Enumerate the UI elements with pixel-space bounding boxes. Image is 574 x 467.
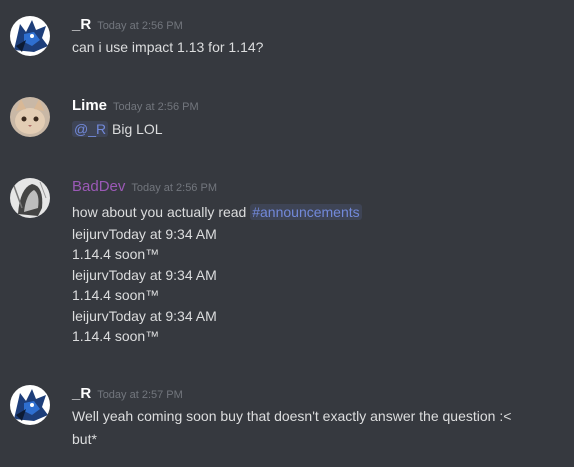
message-text: can i use impact 1.13 for 1.14? (72, 39, 264, 55)
timestamp: Today at 2:56 PM (97, 20, 183, 32)
message-text: how about you actually read #announcemen… (72, 203, 362, 221)
message-header: Lime Today at 2:56 PM (72, 97, 199, 115)
timestamp: Today at 2:56 PM (131, 182, 217, 194)
quoted-body: 1.14.4 soon™ (72, 328, 160, 344)
quoted-header: leijurvToday at 9:34 AM (72, 308, 217, 324)
user-avatar[interactable] (10, 97, 50, 137)
message-text: Well yeah coming soon buy that doesn't e… (72, 408, 512, 424)
user-mention[interactable]: @_R (72, 121, 109, 137)
quoted-body: 1.14.4 soon™ (72, 246, 160, 262)
message-text: @_R Big LOL (72, 120, 163, 138)
username[interactable]: _R (72, 16, 91, 33)
message-text-after-mention: Big LOL (112, 121, 163, 137)
quoted-header: leijurvToday at 9:34 AM (72, 267, 217, 283)
timestamp: Today at 2:57 PM (97, 389, 183, 401)
message-text: but* (72, 431, 97, 447)
message-header: BadDev Today at 2:56 PM (72, 178, 217, 196)
user-avatar[interactable] (10, 16, 50, 56)
wolf-avatar-icon (10, 385, 50, 425)
username[interactable]: BadDev (72, 178, 125, 195)
message-header: _R Today at 2:57 PM (72, 385, 183, 403)
quoted-header: leijurvToday at 9:34 AM (72, 226, 217, 242)
sketch-avatar-icon (10, 178, 50, 218)
user-avatar[interactable] (10, 178, 50, 218)
message-header: _R Today at 2:56 PM (72, 16, 183, 34)
message-text-before-channel: how about you actually read (72, 204, 247, 220)
username[interactable]: Lime (72, 97, 107, 114)
username[interactable]: _R (72, 385, 91, 402)
channel-mention[interactable]: #announcements (250, 204, 362, 220)
timestamp: Today at 2:56 PM (113, 101, 199, 113)
quoted-body: 1.14.4 soon™ (72, 287, 160, 303)
wolf-avatar-icon (10, 16, 50, 56)
user-avatar[interactable] (10, 385, 50, 425)
cat-avatar-icon (10, 97, 50, 137)
